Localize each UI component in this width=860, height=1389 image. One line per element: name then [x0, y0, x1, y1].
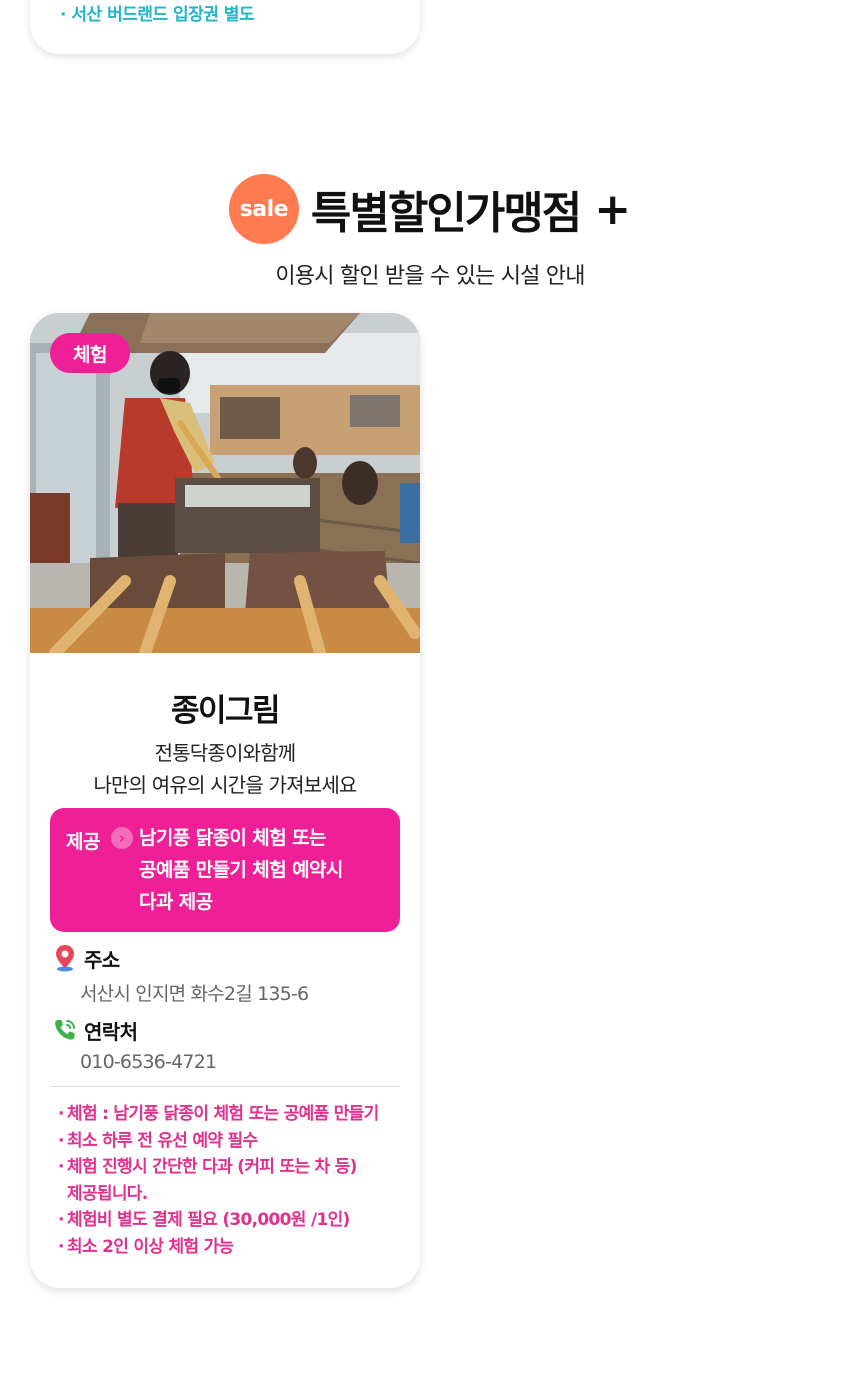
section-title: 특별할인가맹점: [310, 188, 582, 239]
divider: [50, 1086, 400, 1087]
chevron-right-icon: ›: [111, 827, 133, 849]
place-card[interactable]: 체험 종이그림 전통닥종이와함께 나만의 여유의 시간을 가져보세요 제공 › …: [30, 313, 420, 1288]
place-description-line: 나만의 여유의 시간을 가져보세요: [93, 773, 357, 797]
note-item: 체험비 별도 결제 필요 (30,000원 /1인): [58, 1207, 403, 1234]
place-description-line: 전통닥종이와함께: [154, 741, 297, 765]
previous-card-note: · 서산 버드랜드 입장권 별도: [60, 5, 255, 25]
offer-line: 남기풍 닭종이 체험 또는: [139, 827, 326, 849]
offer-line: 다과 제공: [139, 891, 213, 913]
contact-title: 연락처: [84, 1019, 138, 1044]
address-title: 주소: [84, 947, 120, 972]
address-section: 주소 서산시 인지면 화수2길 135-6: [52, 943, 402, 1006]
place-name: 종이그림: [170, 693, 281, 729]
category-badge: 체험: [50, 333, 130, 373]
note-item: 최소 하루 전 유선 예약 필수: [58, 1128, 403, 1155]
offer-text: 남기풍 닭종이 체험 또는 공예품 만들기 체험 예약시 다과 제공: [139, 822, 387, 918]
section-subtitle: 이용시 할인 받을 수 있는 시설 안내: [275, 264, 585, 289]
note-item-continued: 제공됩니다.: [67, 1183, 148, 1204]
note-item: 체험 진행시 간단한 다과 (커피 또는 차 등): [58, 1154, 403, 1181]
section-header: sale 특별할인가맹점 +: [0, 173, 860, 245]
previous-place-card: · 서산 버드랜드 입장권 별도: [30, 0, 420, 54]
sale-badge: sale: [228, 174, 299, 244]
offer-line: 공예품 만들기 체험 예약시: [139, 859, 343, 881]
map-pin-icon: [52, 944, 78, 972]
note-item: 체험 : 남기풍 닭종이 체험 또는 공예품 만들기: [58, 1101, 403, 1128]
place-description: 전통닥종이와함께 나만의 여유의 시간을 가져보세요: [30, 737, 420, 801]
phone-icon: [52, 1016, 78, 1044]
section-plus-icon[interactable]: +: [594, 184, 631, 235]
place-photo: 체험: [30, 313, 420, 653]
contact-section: 연락처 010-6536-4721: [52, 1015, 402, 1073]
address-value: 서산시 인지면 화수2길 135-6: [80, 983, 309, 1005]
offer-label: 제공: [66, 831, 100, 853]
notes-list: 체험 : 남기풍 닭종이 체험 또는 공예품 만들기 최소 하루 전 유선 예약…: [58, 1101, 403, 1260]
offer-box: 제공 › 남기풍 닭종이 체험 또는 공예품 만들기 체험 예약시 다과 제공: [50, 808, 400, 932]
note-item: 최소 2인 이상 체험 가능: [58, 1234, 403, 1261]
contact-value[interactable]: 010-6536-4721: [80, 1051, 402, 1073]
